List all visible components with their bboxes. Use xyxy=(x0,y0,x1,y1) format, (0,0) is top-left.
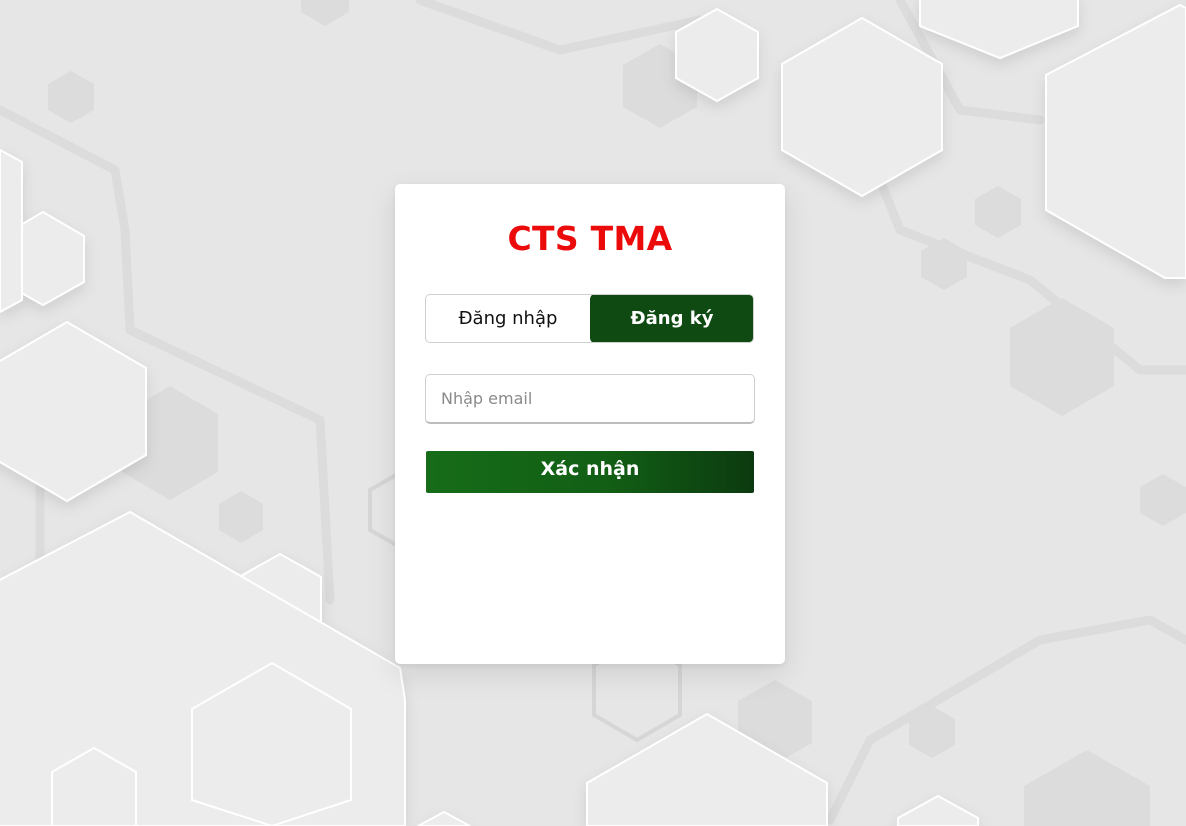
auth-tabs: Đăng nhập Đăng ký xyxy=(425,294,754,343)
auth-card: CTS TMA Đăng nhập Đăng ký Xác nhận xyxy=(395,184,785,664)
email-input[interactable] xyxy=(425,374,755,424)
tab-register[interactable]: Đăng ký xyxy=(590,295,753,342)
submit-button[interactable]: Xác nhận xyxy=(426,451,754,493)
app-title: CTS TMA xyxy=(507,219,673,258)
page-background: CTS TMA Đăng nhập Đăng ký Xác nhận xyxy=(0,0,1186,826)
tab-login[interactable]: Đăng nhập xyxy=(426,295,590,342)
